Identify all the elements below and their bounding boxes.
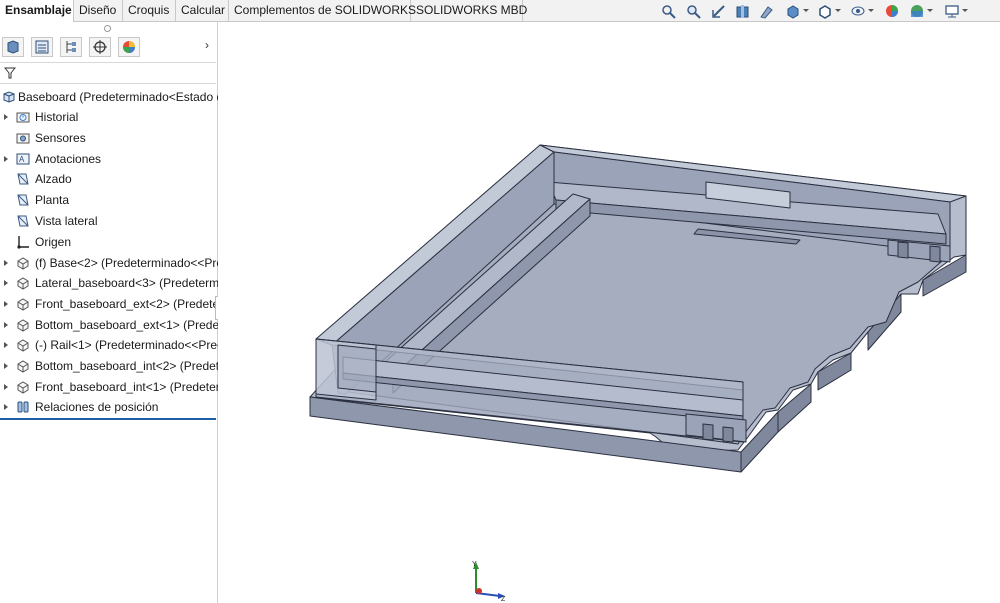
feature-manager-icon[interactable] bbox=[2, 37, 24, 57]
svg-text:A: A bbox=[19, 155, 25, 164]
expand-arrow-icon[interactable] bbox=[4, 260, 8, 266]
view-settings-caret-icon[interactable] bbox=[962, 9, 968, 12]
triad-y-label: Y bbox=[472, 561, 477, 568]
tab-complementos[interactable]: Complementos de SOLIDWORKS bbox=[229, 0, 416, 21]
tree-item-historial[interactable]: Historial bbox=[0, 107, 218, 127]
part-icon bbox=[16, 338, 30, 352]
apply-scene-icon[interactable] bbox=[909, 4, 925, 19]
tree-item-label: (f) Base<2> (Predeterminado<<Pred bbox=[35, 256, 218, 270]
display-manager-icon[interactable] bbox=[118, 37, 140, 57]
tree-item-label: (-) Rail<1> (Predeterminado<<Prede bbox=[35, 338, 218, 352]
plane-icon bbox=[16, 214, 30, 228]
mates-icon bbox=[16, 400, 30, 414]
expand-arrow-icon[interactable] bbox=[4, 280, 8, 286]
tree-item-label: Vista lateral bbox=[35, 214, 98, 228]
tab-solidworks-mbd[interactable]: SOLIDWORKS MBD bbox=[411, 0, 527, 21]
triad-z-label: Z bbox=[501, 596, 506, 601]
tree-item-label: Front_baseboard_int<1> (Predetermi bbox=[35, 380, 218, 394]
tree-item-label: Front_baseboard_ext<2> (Predetermi bbox=[35, 297, 218, 311]
tree-item-sensores[interactable]: Sensores bbox=[0, 128, 218, 148]
tree-item-front-baseboard-int[interactable]: Front_baseboard_int<1> (Predetermi bbox=[0, 377, 218, 397]
expand-arrow-icon[interactable] bbox=[4, 404, 8, 410]
tab-diseno[interactable]: Diseño bbox=[74, 0, 123, 21]
tree-item-label: Alzado bbox=[35, 172, 72, 186]
reference-triad: Y Z bbox=[472, 561, 506, 601]
hide-show-items-icon[interactable] bbox=[850, 4, 866, 19]
tree-item-label: Anotaciones bbox=[35, 152, 102, 166]
tree-item-rail[interactable]: (-) Rail<1> (Predeterminado<<Prede bbox=[0, 335, 218, 355]
tree-rollback-bar[interactable] bbox=[0, 418, 216, 420]
tree-root-baseboard[interactable]: Baseboard (Predeterminado<Estado de bbox=[0, 87, 218, 107]
tree-item-label: Relaciones de posición bbox=[35, 400, 159, 414]
view-settings-icon[interactable] bbox=[944, 4, 960, 19]
tree-item-planta[interactable]: Planta bbox=[0, 190, 218, 210]
dynamic-annotation-icon[interactable] bbox=[759, 4, 775, 19]
tree-item-label: Sensores bbox=[35, 131, 86, 145]
configuration-manager-icon[interactable] bbox=[60, 37, 82, 57]
origin-icon bbox=[16, 235, 30, 249]
tree-item-bottom-baseboard-ext[interactable]: Bottom_baseboard_ext<1> (Predeter bbox=[0, 315, 218, 335]
tree-item-lateral-baseboard[interactable]: Lateral_baseboard<3> (Predetermina bbox=[0, 273, 218, 293]
edit-appearance-icon[interactable] bbox=[884, 4, 900, 19]
hide-show-caret-icon[interactable] bbox=[868, 9, 874, 12]
expand-arrow-icon[interactable] bbox=[4, 384, 8, 390]
part-icon bbox=[16, 276, 30, 290]
previous-view-icon[interactable] bbox=[711, 4, 727, 19]
display-style-icon[interactable] bbox=[817, 4, 833, 19]
tree-item-label: Planta bbox=[35, 193, 70, 207]
tree-item-bottom-baseboard-int[interactable]: Bottom_baseboard_int<2> (Predeter bbox=[0, 356, 218, 376]
view-orientation-icon[interactable] bbox=[785, 4, 801, 19]
graphics-area[interactable]: Y Z bbox=[218, 22, 1000, 603]
tree-item-vista-lateral[interactable]: Vista lateral bbox=[0, 211, 218, 231]
part-icon bbox=[16, 359, 30, 373]
feature-manager-panel: › Baseboard (Predeterminado<Estado de Hi… bbox=[0, 22, 221, 603]
command-manager-tabs: Ensamblaje Diseño Croquis Calcular Compl… bbox=[0, 0, 1000, 22]
tree-item-label: Bottom_baseboard_ext<1> (Predeter bbox=[35, 318, 218, 332]
view-orientation-caret-icon[interactable] bbox=[803, 9, 809, 12]
tree-item-label: Historial bbox=[35, 110, 79, 124]
tree-item-origen[interactable]: Origen bbox=[0, 232, 218, 252]
baseboard-3d-model[interactable] bbox=[218, 22, 1000, 603]
part-icon bbox=[16, 297, 30, 311]
apply-scene-caret-icon[interactable] bbox=[927, 9, 933, 12]
plane-icon bbox=[16, 172, 30, 186]
tree-item-anotaciones[interactable]: A Anotaciones bbox=[0, 149, 218, 169]
expand-arrow-icon[interactable] bbox=[4, 342, 8, 348]
tree-filter[interactable] bbox=[0, 62, 216, 84]
sensor-icon bbox=[16, 131, 30, 145]
part-icon bbox=[16, 256, 30, 270]
dimxpert-manager-icon[interactable] bbox=[89, 37, 111, 57]
display-style-caret-icon[interactable] bbox=[835, 9, 841, 12]
tree-item-relaciones[interactable]: Relaciones de posición bbox=[0, 397, 218, 417]
annotations-icon: A bbox=[16, 152, 30, 166]
zoom-to-fit-icon[interactable] bbox=[661, 4, 677, 19]
tab-calcular[interactable]: Calcular bbox=[176, 0, 229, 21]
part-icon bbox=[16, 380, 30, 394]
expand-arrow-icon[interactable] bbox=[4, 322, 8, 328]
tab-ensamblaje[interactable]: Ensamblaje bbox=[0, 0, 74, 22]
expand-arrow-icon[interactable] bbox=[4, 301, 8, 307]
property-manager-icon[interactable] bbox=[31, 37, 53, 57]
tree-item-front-baseboard-ext[interactable]: Front_baseboard_ext<2> (Predetermi bbox=[0, 294, 218, 314]
expand-arrow-icon[interactable] bbox=[4, 363, 8, 369]
expand-arrow-icon[interactable] bbox=[4, 156, 8, 162]
history-folder-icon bbox=[16, 110, 30, 124]
part-icon bbox=[16, 318, 30, 332]
filter-icon[interactable] bbox=[4, 66, 16, 80]
tree-item-label: Origen bbox=[35, 235, 72, 249]
tree-item-base[interactable]: (f) Base<2> (Predeterminado<<Pred bbox=[0, 253, 218, 273]
expand-arrow-icon[interactable] bbox=[4, 114, 8, 120]
panel-grip-icon[interactable] bbox=[104, 25, 111, 32]
plane-icon bbox=[16, 193, 30, 207]
tree-item-label: Bottom_baseboard_int<2> (Predeter bbox=[35, 359, 218, 373]
section-view-icon[interactable] bbox=[735, 4, 751, 19]
chevron-right-icon[interactable]: › bbox=[205, 38, 209, 52]
tree-item-label: Lateral_baseboard<3> (Predetermina bbox=[35, 276, 218, 290]
zoom-to-area-icon[interactable] bbox=[686, 4, 702, 19]
tab-croquis[interactable]: Croquis bbox=[123, 0, 176, 21]
tree-root-label: Baseboard (Predeterminado<Estado de bbox=[18, 90, 218, 104]
tree-item-alzado[interactable]: Alzado bbox=[0, 169, 218, 189]
assembly-icon bbox=[2, 90, 16, 104]
